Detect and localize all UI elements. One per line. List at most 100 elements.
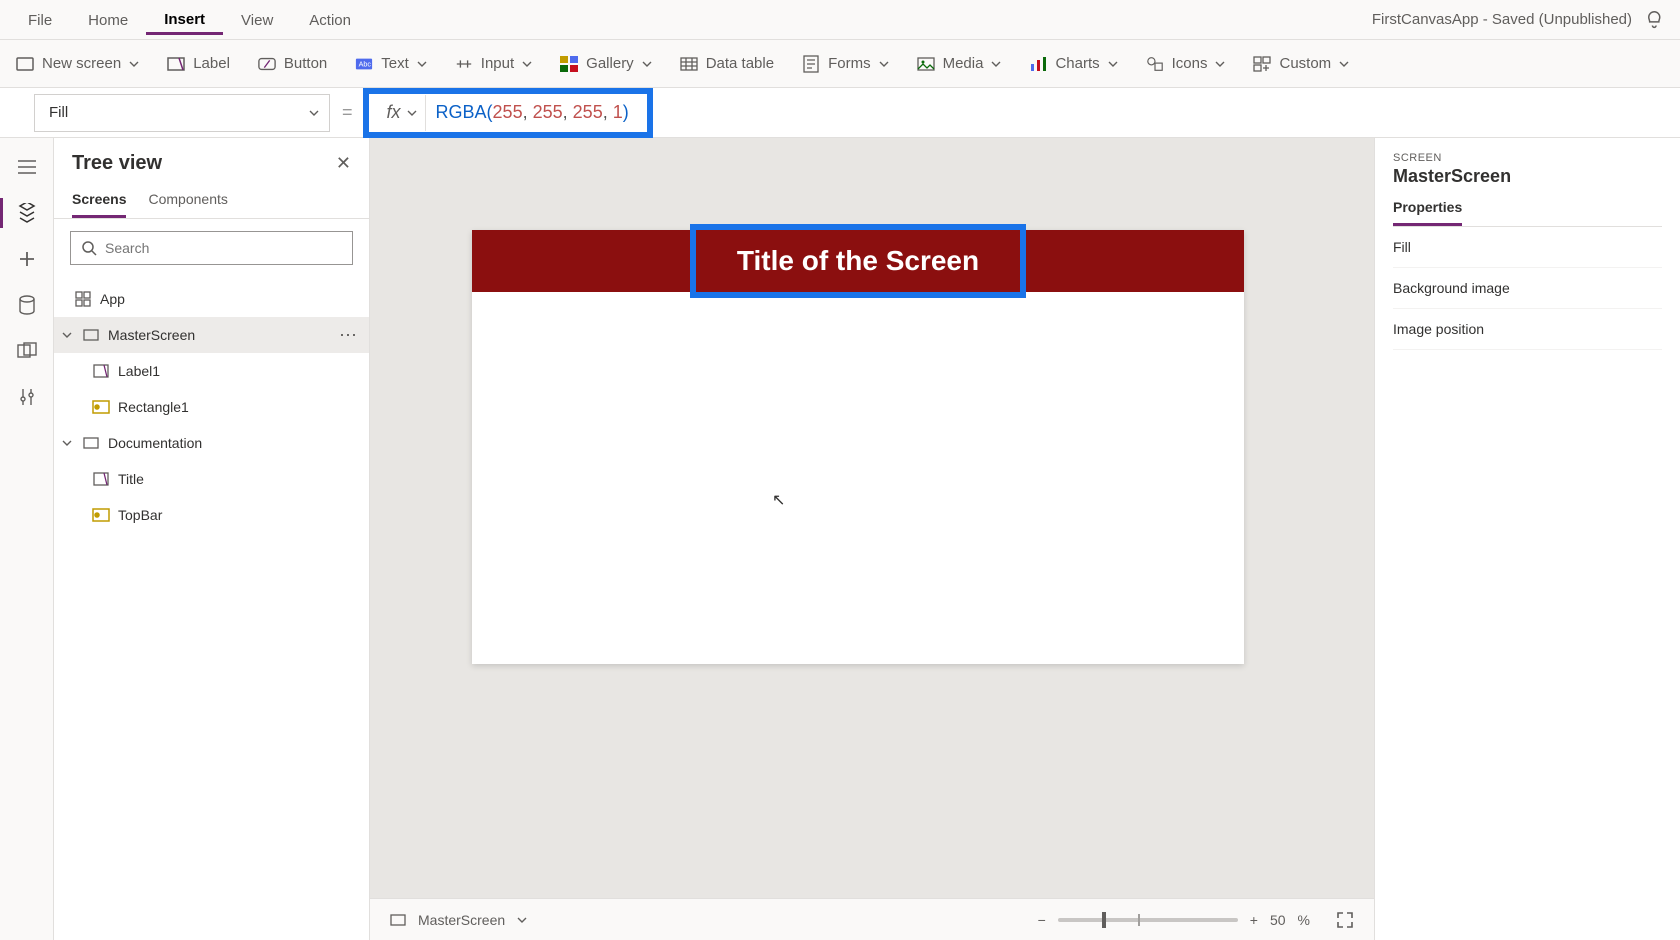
- charts-button[interactable]: Charts: [1029, 55, 1117, 73]
- fx-button[interactable]: fx: [379, 95, 426, 131]
- prop-row-imgpos[interactable]: Image position: [1393, 309, 1662, 350]
- insert-ribbon: New screen Label Button Abc Text Input G…: [0, 40, 1680, 88]
- custom-button[interactable]: Custom: [1253, 55, 1349, 73]
- canvas-area[interactable]: Title of the Screen ↖ MasterScreen − + 5…: [370, 138, 1374, 940]
- screen-icon: [82, 326, 100, 344]
- media-icon: [917, 55, 935, 73]
- media-pane-icon[interactable]: [16, 340, 38, 362]
- datatable-button[interactable]: Data table: [680, 55, 774, 73]
- tree-node-label1[interactable]: Label1: [54, 353, 369, 389]
- tab-components[interactable]: Components: [148, 191, 227, 218]
- button-label: Button: [284, 55, 327, 72]
- tree-list: App MasterScreen ⋯ Label1 Rectangle1 Doc…: [54, 277, 369, 940]
- property-selector-value: Fill: [49, 104, 68, 121]
- chevron-down-icon: [417, 59, 427, 69]
- advanced-tools-icon[interactable]: [16, 386, 38, 408]
- chevron-down-icon: [879, 59, 889, 69]
- zoom-in-button[interactable]: +: [1250, 912, 1258, 928]
- screen-icon: [390, 914, 406, 926]
- zoom-out-button[interactable]: −: [1038, 912, 1046, 928]
- text-button[interactable]: Abc Text: [355, 55, 427, 73]
- fit-to-screen-icon[interactable]: [1336, 911, 1354, 929]
- input-button[interactable]: Input: [455, 55, 532, 73]
- tree-node-topbar[interactable]: TopBar: [54, 497, 369, 533]
- label-icon: [92, 362, 110, 380]
- zoom-value: 50: [1270, 912, 1286, 928]
- chevron-down-icon: [642, 59, 652, 69]
- menu-insert[interactable]: Insert: [146, 5, 223, 35]
- property-selector[interactable]: Fill: [34, 94, 330, 132]
- tab-properties[interactable]: Properties: [1393, 199, 1462, 226]
- screen-icon: [82, 434, 100, 452]
- tree-node-title[interactable]: Title: [54, 461, 369, 497]
- tree-node-label: Documentation: [108, 435, 359, 451]
- close-icon[interactable]: ✕: [336, 153, 351, 174]
- label-icon: [167, 55, 185, 73]
- zoom-slider[interactable]: [1058, 918, 1238, 922]
- canvas-title-label-selected[interactable]: Title of the Screen: [690, 224, 1026, 298]
- media-label: Media: [943, 55, 984, 72]
- tree-node-label: Label1: [118, 363, 359, 379]
- chevron-down-icon: [1339, 59, 1349, 69]
- search-input[interactable]: [105, 240, 342, 256]
- properties-panel: SCREEN MasterScreen Properties Fill Back…: [1374, 138, 1680, 940]
- text-label: Text: [381, 55, 409, 72]
- formula-input[interactable]: RGBA(255, 255, 255, 1): [436, 102, 629, 123]
- icons-label: Icons: [1172, 55, 1208, 72]
- menu-home[interactable]: Home: [70, 6, 146, 33]
- tree-search[interactable]: [70, 231, 353, 265]
- status-screen-name[interactable]: MasterScreen: [418, 912, 505, 928]
- formula-fn: RGBA: [436, 102, 487, 122]
- menu-action[interactable]: Action: [291, 6, 369, 33]
- collapse-icon[interactable]: [60, 438, 74, 448]
- menu-file[interactable]: File: [10, 6, 70, 33]
- label-icon: [92, 470, 110, 488]
- rectangle-icon: [92, 506, 110, 524]
- device-screen[interactable]: Title of the Screen ↖: [472, 230, 1244, 664]
- tree-node-label: App: [100, 291, 359, 307]
- tree-node-documentation[interactable]: Documentation: [54, 425, 369, 461]
- hamburger-icon[interactable]: [16, 156, 38, 178]
- tree-view-icon[interactable]: [16, 202, 38, 224]
- props-screen-name: MasterScreen: [1393, 166, 1662, 187]
- chevron-down-icon: [991, 59, 1001, 69]
- tree-node-masterscreen[interactable]: MasterScreen ⋯: [54, 317, 369, 353]
- chevron-down-icon[interactable]: [517, 915, 527, 925]
- prop-row-bgimage[interactable]: Background image: [1393, 268, 1662, 309]
- gallery-icon: [560, 55, 578, 73]
- collapse-icon[interactable]: [60, 330, 74, 340]
- datatable-label: Data table: [706, 55, 774, 72]
- formula-editor-highlight: fx RGBA(255, 255, 255, 1): [363, 88, 653, 138]
- data-pane-icon[interactable]: [16, 294, 38, 316]
- icons-button[interactable]: Icons: [1146, 55, 1226, 73]
- tree-node-label: TopBar: [118, 507, 359, 523]
- insert-pane-icon[interactable]: [16, 248, 38, 270]
- label-button[interactable]: Label: [167, 55, 230, 73]
- main: Tree view ✕ Screens Components App Maste…: [0, 138, 1680, 940]
- shapes-icon: [1146, 55, 1164, 73]
- screen-icon: [16, 55, 34, 73]
- fx-label: fx: [387, 102, 401, 123]
- cursor-icon: ↖: [772, 490, 785, 510]
- chevron-down-icon: [407, 108, 417, 118]
- status-bar: MasterScreen − + 50 %: [370, 898, 1374, 940]
- chevron-down-icon: [522, 59, 532, 69]
- prop-row-fill[interactable]: Fill: [1393, 227, 1662, 268]
- app-checker-icon[interactable]: [1644, 7, 1670, 33]
- tree-node-rectangle1[interactable]: Rectangle1: [54, 389, 369, 425]
- forms-button[interactable]: Forms: [802, 55, 889, 73]
- new-screen-button[interactable]: New screen: [16, 55, 139, 73]
- chevron-down-icon: [1215, 59, 1225, 69]
- button-button[interactable]: Button: [258, 55, 327, 73]
- gallery-button[interactable]: Gallery: [560, 55, 652, 73]
- new-screen-label: New screen: [42, 55, 121, 72]
- rectangle-icon: [92, 398, 110, 416]
- tree-node-app[interactable]: App: [54, 281, 369, 317]
- menu-view[interactable]: View: [223, 6, 291, 33]
- tree-node-label: Title: [118, 471, 359, 487]
- custom-icon: [1253, 55, 1271, 73]
- tab-screens[interactable]: Screens: [72, 191, 126, 218]
- more-icon[interactable]: ⋯: [339, 325, 359, 346]
- table-icon: [680, 55, 698, 73]
- media-button[interactable]: Media: [917, 55, 1002, 73]
